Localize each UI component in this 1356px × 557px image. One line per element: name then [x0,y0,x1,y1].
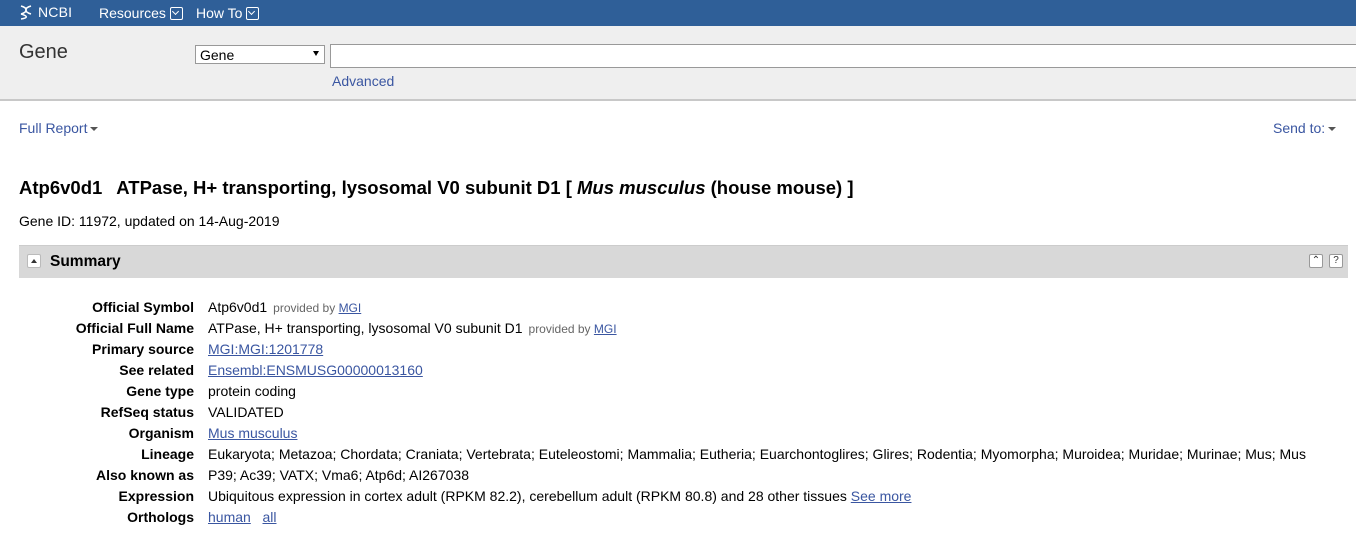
see-more-link[interactable]: See more [851,488,912,504]
expression-value: Ubiquitous expression in cortex adult (R… [208,488,911,504]
orthologs-label: Orthologs [127,509,194,525]
provided-by: provided by MGI [529,322,617,336]
ncbi-logo-text: NCBI [38,4,73,20]
also-known-as-value: P39; Ac39; VATX; Vma6; Atp6d; AI267038 [208,467,469,483]
official-full-name-text: ATPase, H+ transporting, lysosomal V0 su… [208,320,523,336]
caret-down-icon [1328,127,1337,132]
primary-source-label: Primary source [92,341,194,357]
display-format-menu[interactable]: Full Report [19,120,99,136]
expression-label: Expression [118,488,194,504]
lineage-label: Lineage [141,446,194,462]
advanced-search-link[interactable]: Advanced [332,73,394,89]
collapse-section-icon[interactable] [27,254,41,268]
mgi-link[interactable]: MGI [594,322,617,336]
expression-text: Ubiquitous expression in cortex adult (R… [208,488,847,504]
organism-link[interactable]: Mus musculus [208,425,297,441]
send-to-menu[interactable]: Send to: [1273,120,1337,136]
resources-menu-label: Resources [99,5,166,21]
ncbi-logo[interactable]: NCBI [18,4,72,20]
dropdown-arrow-icon [313,51,319,56]
provided-by-text: provided by [528,322,591,336]
official-full-name-label: Official Full Name [75,320,194,336]
help-icon[interactable]: ? [1329,254,1343,268]
primary-source-link[interactable]: MGI:MGI:1201778 [208,341,323,357]
summary-section-header: Summary ⌃ ? [19,245,1348,278]
organism-label: Organism [128,425,194,441]
gene-title: Atp6v0d1 ATPase, H+ transporting, lysosom… [19,177,854,199]
caret-down-icon [90,127,99,132]
search-band: Gene Gene Advanced [0,26,1356,101]
gene-id-line: Gene ID: 11972, updated on 14-Aug-2019 [19,213,280,229]
chevron-down-icon [169,6,183,20]
orthologs-value: human all [208,509,277,525]
collapse-all-icon[interactable]: ⌃ [1309,254,1323,268]
database-title: Gene [19,41,68,63]
gene-type-value: protein coding [208,383,296,399]
official-symbol-text: Atp6v0d1 [208,299,268,315]
gene-symbol: Atp6v0d1 [19,177,103,198]
provided-by: provided by MGI [273,301,361,315]
gene-organism: Mus musculus [577,177,706,198]
database-select[interactable]: Gene [195,45,325,64]
provided-by-text: provided by [273,301,336,315]
search-input[interactable] [330,44,1356,68]
top-nav-bar: NCBI Resources How To [0,0,1356,26]
gene-type-label: Gene type [126,383,194,399]
official-symbol-label: Official Symbol [92,299,194,315]
how-to-menu-label: How To [196,5,243,21]
official-full-name-value: ATPase, H+ transporting, lysosomal V0 su… [208,320,617,336]
see-related-label: See related [119,362,194,378]
refseq-status-value: VALIDATED [208,404,284,420]
orthologs-human-link[interactable]: human [208,509,251,525]
how-to-menu[interactable]: How To [196,5,260,21]
send-to-label: Send to: [1273,120,1326,136]
also-known-as-label: Also known as [95,467,194,483]
resources-menu[interactable]: Resources [99,5,183,21]
summary-title: Summary [50,253,121,270]
gene-name: ATPase, H+ transporting, lysosomal V0 su… [116,177,572,198]
gene-organism-common: (house mouse) ] [710,177,854,198]
ncbi-helix-icon [20,5,32,20]
refseq-status-label: RefSeq status [100,404,194,420]
see-related-link[interactable]: Ensembl:ENSMUSG00000013160 [208,362,423,378]
chevron-down-icon [246,6,260,20]
official-symbol-value: Atp6v0d1 provided by MGI [208,299,361,315]
lineage-value: Eukaryota; Metazoa; Chordata; Craniata; … [208,446,1306,462]
database-select-value: Gene [200,47,235,63]
display-format-label: Full Report [19,120,88,136]
mgi-link[interactable]: MGI [339,301,362,315]
orthologs-all-link[interactable]: all [262,509,276,525]
